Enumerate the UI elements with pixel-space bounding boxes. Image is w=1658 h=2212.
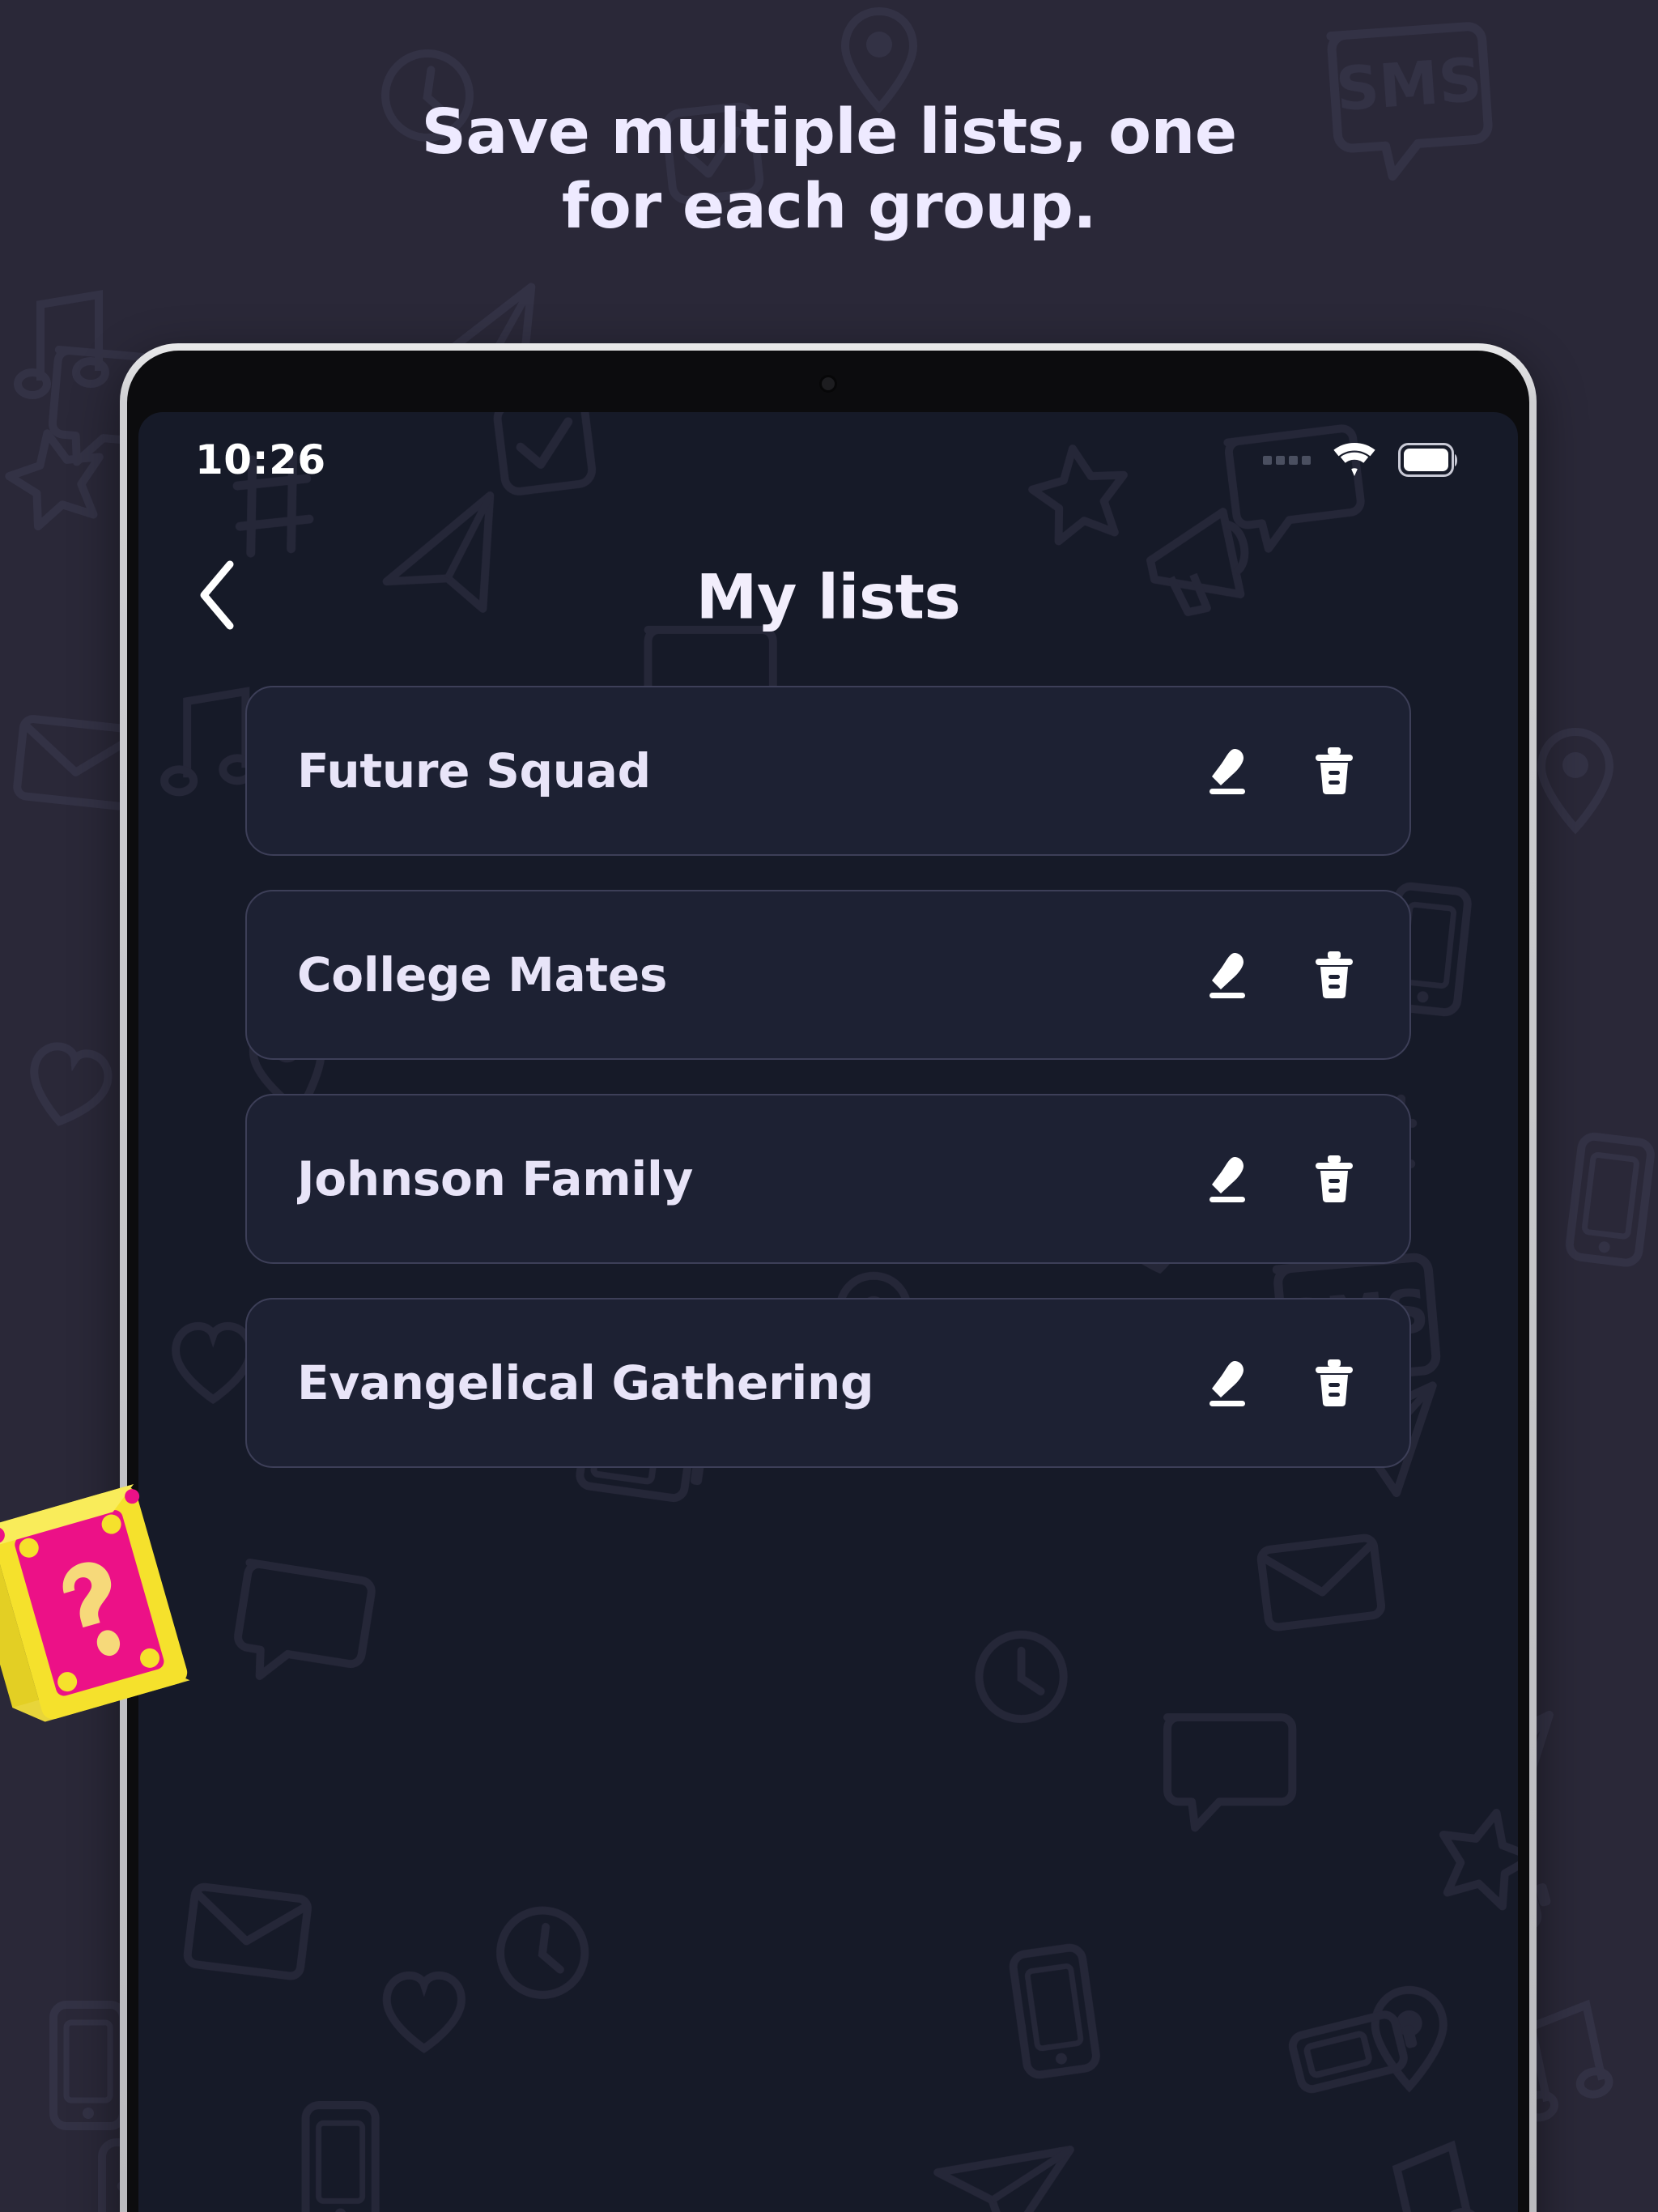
page-title: My lists [695,560,961,633]
edit-list-button[interactable] [1201,742,1254,799]
list-item-actions [1201,742,1361,799]
trash-icon [1313,746,1355,796]
tablet-bezel: 10:26 My lists Future Squad College Mate… [127,351,1529,2212]
trash-icon [1313,950,1355,1000]
list-item-name: Evangelical Gathering [297,1355,874,1410]
headline-line-2: for each group. [561,170,1097,243]
list-item[interactable]: Johnson Family [245,1094,1411,1264]
delete-list-button[interactable] [1307,1355,1361,1411]
wifi-icon [1332,442,1377,478]
delete-list-button[interactable] [1307,1151,1361,1207]
headline-line-1: Save multiple lists, one [421,96,1237,168]
pencil-icon [1204,1154,1251,1204]
list-item-actions [1201,1151,1361,1207]
battery-full-icon [1398,443,1460,477]
list-item-name: Future Squad [297,743,651,798]
delete-list-button[interactable] [1307,946,1361,1003]
list-item-name: Johnson Family [297,1151,694,1206]
list-item-actions [1201,1355,1361,1411]
list-item[interactable]: Future Squad [245,686,1411,856]
pencil-icon [1204,746,1251,796]
app-screen: 10:26 My lists Future Squad College Mate… [138,412,1518,2212]
list-item[interactable]: College Mates [245,890,1411,1060]
edit-list-button[interactable] [1201,946,1254,1003]
promo-headline: Save multiple lists, one for each group. [0,96,1658,244]
pencil-icon [1204,950,1251,1000]
edit-list-button[interactable] [1201,1151,1254,1207]
list-item[interactable]: Evangelical Gathering [245,1298,1411,1468]
trash-icon [1313,1154,1355,1204]
front-camera-icon [819,375,837,393]
list-item-name: College Mates [297,947,668,1002]
signal-dots-icon [1263,455,1311,465]
app-header: My lists [138,508,1518,686]
lists-container: Future Squad College Mates Johnson Famil… [138,686,1518,1468]
trash-icon [1313,1358,1355,1408]
edit-list-button[interactable] [1201,1355,1254,1411]
status-bar: 10:26 [138,412,1518,508]
pencil-icon [1204,1358,1251,1408]
status-bar-icons [1263,442,1460,478]
delete-list-button[interactable] [1307,742,1361,799]
promo-canvas: SMS Save multiple lists, one for each gr… [0,0,1658,2212]
list-item-actions [1201,946,1361,1003]
status-bar-time: 10:26 [195,436,326,483]
tablet-device-frame: 10:26 My lists Future Squad College Mate… [120,343,1537,2212]
